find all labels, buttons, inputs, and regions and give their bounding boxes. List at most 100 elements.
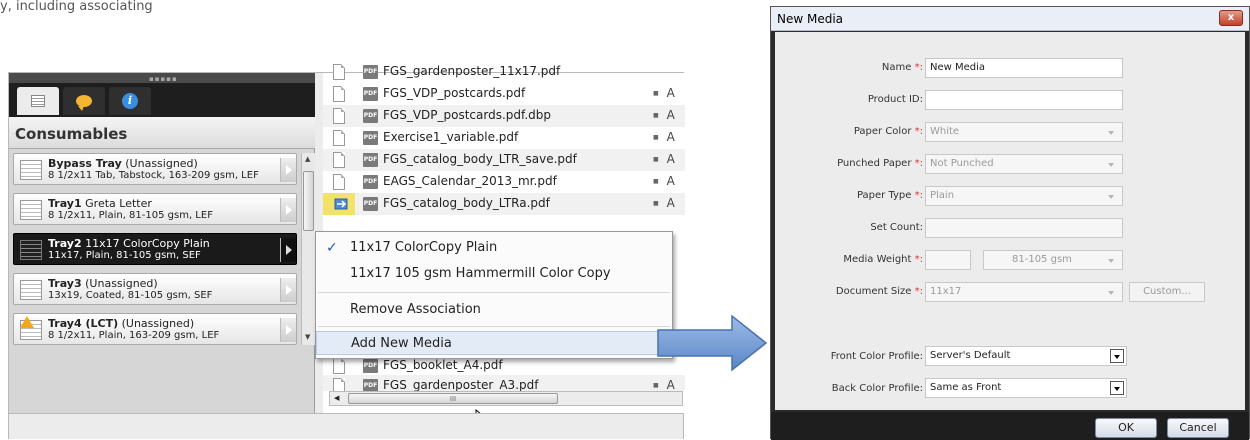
selected-value: Server's Default — [930, 350, 1011, 361]
scroll-up-icon[interactable]: ▲ — [305, 155, 310, 163]
set-count-input[interactable] — [925, 218, 1123, 238]
tray-name: Tray4 (LCT) — [48, 317, 119, 330]
front-color-profile-label: Front Color Profile: — [830, 351, 923, 362]
list-icon — [31, 95, 45, 107]
info-icon: i — [122, 93, 138, 109]
list-item[interactable]: PDF EAGS_Calendar_2013_mr.pdf A — [323, 171, 685, 193]
tray-expand-arrow-icon[interactable] — [280, 318, 296, 342]
menu-item-label: Add New Media — [351, 336, 452, 351]
tray-list-scrollbar[interactable]: ▲ ▼ — [301, 153, 315, 345]
tray-name: Tray3 — [48, 277, 82, 290]
list-item[interactable]: PDF FGS_VDP_postcards.pdf A — [323, 83, 685, 105]
list-item[interactable]: PDF FGS_VDP_postcards.pdf.dbp A — [323, 105, 685, 127]
list-item[interactable]: PDF FGS_gardenposter_11x17.pdf — [323, 61, 685, 83]
page-icon — [333, 152, 345, 168]
menu-item-media-colorcopy[interactable]: ✓ 11x17 ColorCopy Plain — [316, 236, 672, 260]
tab-info[interactable]: i — [109, 87, 151, 115]
tab-messages[interactable] — [63, 87, 105, 115]
tray-expand-arrow-icon[interactable] — [280, 278, 296, 302]
menu-item-add-new-media[interactable]: Add New Media — [316, 331, 672, 355]
product-id-input[interactable] — [925, 90, 1123, 110]
grip-handle-icon[interactable]: ▪▪▪▪▪ — [149, 75, 178, 83]
file-name: FGS_gardenposter_A3.pdf — [383, 378, 539, 391]
product-id-label: Product ID: — [867, 94, 923, 105]
pdf-file-icon: PDF — [363, 175, 378, 189]
file-list-horizontal-scrollbar[interactable]: ◀ III — [329, 391, 683, 406]
consumables-heading: Consumables — [9, 117, 315, 149]
new-media-dialog: New Media x Name *: New Media Product ID… — [770, 6, 1250, 440]
status-bar — [9, 413, 683, 439]
tray-item-tray3[interactable]: Tray3 (Unassigned) 13x19, Coated, 81-105… — [13, 273, 297, 305]
tray-media-context-menu: ✓ 11x17 ColorCopy Plain 11x17 105 gsm Ha… — [315, 231, 673, 359]
menu-item-remove-association[interactable]: Remove Association — [316, 298, 672, 322]
file-name: Exercise1_variable.pdf — [383, 130, 519, 144]
job-action-icon — [334, 198, 348, 210]
file-name: FGS_catalog_body_LTR_save.pdf — [383, 152, 577, 166]
speech-bubble-icon — [76, 95, 92, 111]
scrollbar-thumb[interactable] — [303, 171, 314, 231]
punched-paper-select[interactable]: Not Punched — [925, 154, 1123, 174]
list-item-selected[interactable]: PDF FGS_catalog_body_LTRa.pdf A — [323, 193, 685, 215]
list-item[interactable]: PDF FGS_gardenposter_A3.pdf A — [323, 375, 685, 391]
dialog-title: New Media — [777, 12, 844, 26]
menu-item-media-hammermill[interactable]: 11x17 105 gsm Hammermill Color Copy — [316, 262, 672, 286]
media-weight-label: Media Weight *: — [843, 254, 923, 265]
close-button[interactable]: x — [1219, 10, 1243, 26]
tray-item-tray4[interactable]: Tray4 (LCT) (Unassigned) 8 1/2x11, Plain… — [13, 313, 297, 345]
scroll-down-icon[interactable]: ▼ — [305, 333, 310, 341]
file-name: FGS_booklet_A4.pdf — [383, 358, 503, 372]
tray-item-tray2[interactable]: Tray2 11x17 ColorCopy Plain 11x17, Plain… — [13, 233, 297, 265]
flow-arrow-icon — [657, 314, 768, 372]
back-color-profile-select[interactable]: Same as Front — [925, 378, 1127, 398]
tray-status: 11x17 ColorCopy Plain — [85, 237, 210, 250]
name-input[interactable]: New Media — [925, 58, 1123, 78]
panel-tab-bar: i — [9, 83, 315, 117]
paper-color-select[interactable]: White — [925, 122, 1123, 142]
dropdown-arrow-icon[interactable] — [1110, 381, 1124, 395]
list-item[interactable]: PDF Exercise1_variable.pdf A — [323, 127, 685, 149]
list-item[interactable]: PDF FGS_catalog_body_LTR_save.pdf A — [323, 149, 685, 171]
ok-button[interactable]: OK — [1095, 418, 1157, 438]
scrollbar-thumb[interactable]: III — [348, 393, 558, 404]
document-size-select[interactable]: 11x17 — [925, 282, 1123, 302]
dialog-footer: OK Cancel — [771, 412, 1249, 440]
scroll-left-icon[interactable]: ◀ — [334, 394, 339, 402]
file-name: FGS_catalog_body_LTRa.pdf — [383, 196, 550, 210]
warning-icon — [20, 316, 34, 328]
menu-divider — [318, 326, 670, 327]
pdf-file-icon: PDF — [363, 109, 378, 123]
paper-type-select[interactable]: Plain — [925, 186, 1123, 206]
panel-grip-bar[interactable]: ▪▪▪▪▪ — [9, 73, 315, 83]
dialog-body: Name *: New Media Product ID: Paper Colo… — [775, 32, 1245, 410]
tray-name: Tray1 — [48, 197, 82, 210]
paper-color-label: Paper Color *: — [853, 126, 923, 137]
paper-tray-icon — [20, 200, 42, 220]
custom-size-button[interactable]: Custom... — [1129, 282, 1205, 302]
file-column-value: A — [653, 174, 675, 188]
cancel-button[interactable]: Cancel — [1167, 418, 1229, 438]
file-column-value: A — [653, 196, 675, 210]
menu-item-label: 11x17 ColorCopy Plain — [350, 240, 498, 255]
consumables-panel: ▪▪▪▪▪ i Consumables Bypass Tray (Unassig… — [9, 73, 315, 413]
tray-expand-arrow-icon[interactable] — [280, 238, 296, 262]
tray-item-bypass[interactable]: Bypass Tray (Unassigned) 8 1/2x11 Tab, T… — [13, 153, 297, 185]
front-color-profile-select[interactable]: Server's Default — [925, 346, 1127, 366]
dialog-title-bar[interactable]: New Media x — [771, 7, 1249, 31]
pdf-file-icon: PDF — [363, 153, 378, 167]
page-icon — [333, 378, 345, 391]
tray-expand-arrow-icon[interactable] — [280, 158, 296, 182]
tray-name: Tray2 — [48, 237, 82, 250]
tray-detail: 11x17, Plain, 81-105 gsm, SEF — [48, 250, 201, 261]
tab-consumables[interactable] — [17, 87, 59, 115]
document-size-label: Document Size *: — [835, 286, 923, 297]
weight-range-select[interactable]: 81-105 gsm — [983, 250, 1123, 270]
paper-tray-icon — [20, 280, 42, 300]
tray-expand-arrow-icon[interactable] — [280, 198, 296, 222]
tray-item-tray1[interactable]: Tray1 Greta Letter 8 1/2x11, Plain, 81-1… — [13, 193, 297, 225]
pdf-file-icon: PDF — [363, 197, 378, 211]
pdf-file-icon: PDF — [363, 379, 378, 391]
tray-detail: 13x19, Coated, 81-105 gsm, SEF — [48, 290, 213, 301]
dropdown-arrow-icon[interactable] — [1110, 349, 1124, 363]
paper-tray-icon — [20, 160, 42, 180]
media-weight-input[interactable] — [925, 250, 971, 270]
